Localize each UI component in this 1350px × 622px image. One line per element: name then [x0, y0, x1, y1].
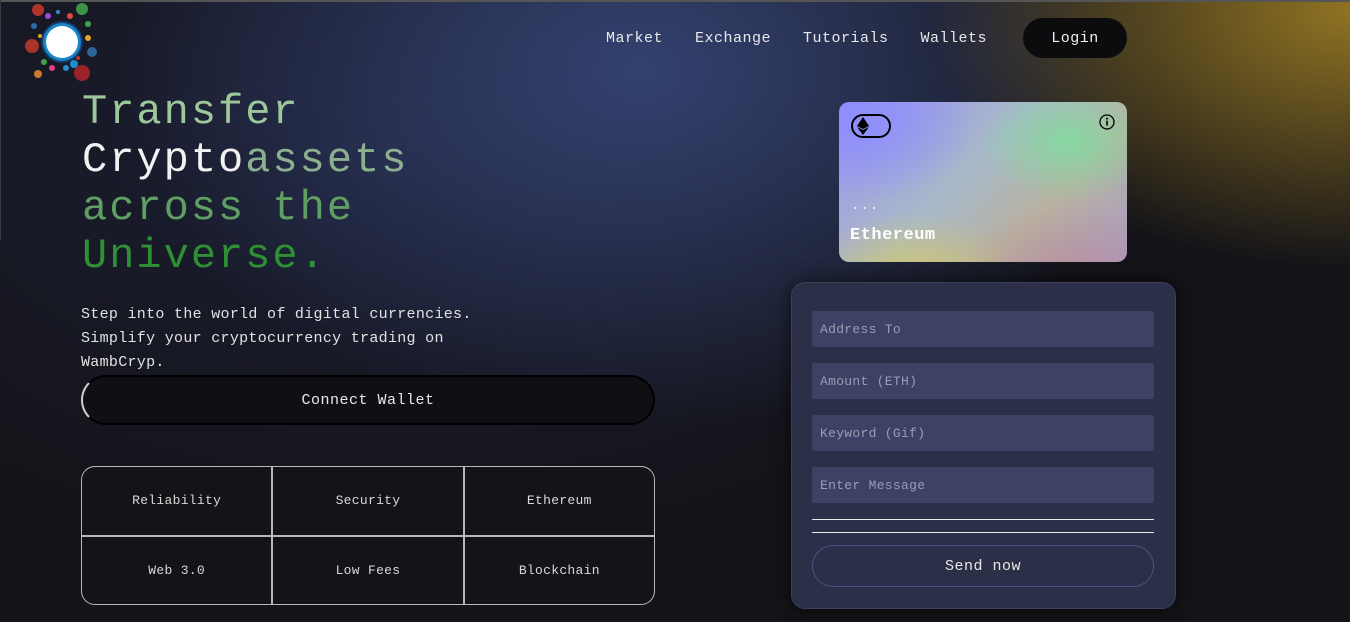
- connect-wallet-button[interactable]: Connect Wallet: [81, 375, 655, 425]
- hero-title-line2-part2: assets: [245, 136, 409, 184]
- top-border: [0, 0, 1350, 2]
- card-network-name: Ethereum: [850, 226, 936, 245]
- feature-blockchain: Blockchain: [463, 535, 655, 605]
- hero-subtitle: Step into the world of digital currencie…: [81, 306, 472, 371]
- features-grid: Reliability Security Ethereum Web 3.0 Lo…: [81, 466, 655, 605]
- hero-title-line4: Universe.: [82, 232, 327, 280]
- hero-title: Transfer Cryptoassets across the Univers…: [82, 88, 408, 280]
- form-divider-2: [812, 532, 1154, 533]
- keyword-input[interactable]: [812, 415, 1154, 451]
- ethereum-card: ... Ethereum: [839, 102, 1127, 262]
- amount-input[interactable]: [812, 363, 1154, 399]
- feature-reliability: Reliability: [81, 466, 273, 536]
- ethereum-badge: [851, 114, 891, 138]
- address-to-input[interactable]: [812, 311, 1154, 347]
- hero-title-line3: across the: [82, 184, 355, 232]
- left-border: [0, 0, 1, 240]
- form-divider-1: [812, 519, 1154, 520]
- hero-title-line2: Cryptoassets: [82, 136, 408, 184]
- hero-title-line2-part1: Crypto: [82, 136, 246, 184]
- logo-icon[interactable]: [22, 2, 102, 82]
- nav-market[interactable]: Market: [606, 30, 663, 47]
- info-icon[interactable]: [1099, 114, 1115, 130]
- hero-title-line1: Transfer: [82, 88, 300, 136]
- send-now-button[interactable]: Send now: [812, 545, 1154, 587]
- feature-web3: Web 3.0: [81, 535, 273, 605]
- card-address: ...: [851, 198, 880, 214]
- feature-security: Security: [272, 466, 464, 536]
- transfer-form: Send now: [791, 282, 1176, 609]
- nav-tutorials[interactable]: Tutorials: [803, 30, 889, 47]
- nav-wallets[interactable]: Wallets: [921, 30, 988, 47]
- main-nav: Market Exchange Tutorials Wallets: [590, 18, 1003, 58]
- ethereum-icon: [857, 117, 869, 135]
- feature-low-fees: Low Fees: [272, 535, 464, 605]
- login-button[interactable]: Login: [1023, 18, 1127, 58]
- feature-ethereum: Ethereum: [463, 466, 655, 536]
- message-input[interactable]: [812, 467, 1154, 503]
- nav-exchange[interactable]: Exchange: [695, 30, 771, 47]
